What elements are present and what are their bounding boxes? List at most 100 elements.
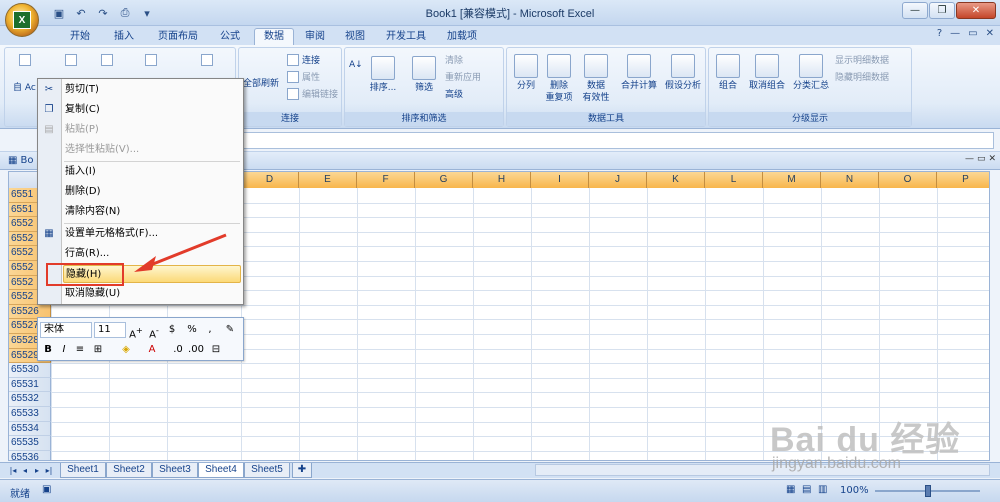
font-size-select[interactable]: 11 [94,322,126,338]
group-button[interactable]: 组合 [713,54,743,92]
normal-view-icon[interactable]: ▦ [786,484,795,495]
prev-sheet-icon[interactable]: ◂ [20,465,30,476]
data-validation-button[interactable]: 数据 有效性 [579,54,613,104]
column-header-k[interactable]: K [647,172,705,188]
increase-decimal-icon[interactable]: .0 [170,342,186,358]
row-header[interactable]: 65534 [9,421,51,437]
column-header-j[interactable]: J [589,172,647,188]
tab-insert[interactable]: 插入 [106,29,142,46]
column-header-n[interactable]: N [821,172,879,188]
tab-home[interactable]: 开始 [60,29,100,46]
borders-icon[interactable]: ⊞ [90,342,106,358]
ribbon-restore-icon[interactable]: ▭ [968,28,977,39]
minimize-button[interactable]: — [902,2,928,19]
menu-item-paste-special[interactable]: 选择性粘贴(V)... [63,141,241,159]
column-header-h[interactable]: H [473,172,531,188]
bold-icon[interactable]: B [40,342,56,358]
sort-az-icon[interactable]: A↓ [349,60,363,70]
from-access-button[interactable]: 自 Ac [13,82,36,94]
tab-data[interactable]: 数据 [254,28,294,46]
percent-icon[interactable]: % [184,322,200,338]
remove-duplicates-button[interactable]: 删除 重复项 [543,54,575,104]
close-button[interactable]: ✕ [956,2,996,19]
row-header[interactable]: 65531 [9,377,51,393]
grow-font-icon[interactable]: A+ [128,322,144,340]
sheet-tab-5[interactable]: Sheet5 [244,463,290,478]
font-color-icon[interactable]: A [144,342,160,358]
menu-item-paste[interactable]: 粘贴(P) [63,121,241,139]
save-icon[interactable]: ▣ [50,5,68,21]
ungroup-button[interactable]: 取消组合 [745,54,789,92]
properties-button[interactable]: 属性 [287,70,320,83]
filter-button[interactable]: 筛选 [409,56,439,94]
align-center-icon[interactable]: ≡ [72,342,88,358]
row-header[interactable]: 65532 [9,392,51,407]
refresh-all-button[interactable]: 全部刷新 [239,78,283,90]
last-sheet-icon[interactable]: ▸| [44,465,54,476]
column-header-o[interactable]: O [879,172,937,188]
reapply-button[interactable]: 重新应用 [445,70,481,83]
sheet-tab-4[interactable]: Sheet4 [198,463,244,478]
format-painter-icon[interactable]: ✎ [222,322,238,338]
shrink-font-icon[interactable]: A- [146,322,162,340]
row-header[interactable]: 65533 [9,407,51,422]
page-break-view-icon[interactable]: ▥ [818,484,827,495]
clear-button[interactable]: 清除 [445,53,463,66]
show-detail-button[interactable]: 显示明细数据 [835,53,889,66]
column-header-p[interactable]: P [937,172,989,188]
text-to-columns-button[interactable]: 分列 [511,54,541,92]
menu-item-copy[interactable]: 复制(C) [63,101,241,119]
external-icon-2[interactable] [65,54,77,66]
first-sheet-icon[interactable]: |◂ [8,465,18,476]
sheet-tab-3[interactable]: Sheet3 [152,463,198,478]
column-header-g[interactable]: G [415,172,473,188]
menu-item-clear-contents[interactable]: 清除内容(N) [63,203,241,221]
connections-button[interactable]: 连接 [287,53,320,66]
menu-item-delete[interactable]: 删除(D) [63,183,241,201]
external-icon-4[interactable] [145,54,157,66]
external-icon-5[interactable] [201,54,213,66]
tab-view[interactable]: 视图 [338,29,372,46]
help-icon[interactable]: ? [937,28,942,39]
column-header-d[interactable]: D [241,172,299,188]
tab-review[interactable]: 审阅 [298,29,332,46]
restore-button[interactable]: ❐ [929,2,955,19]
hide-detail-button[interactable]: 隐藏明细数据 [835,70,889,83]
print-preview-icon[interactable]: ⎙ [116,5,134,21]
column-header-m[interactable]: M [763,172,821,188]
column-header-l[interactable]: L [705,172,763,188]
tab-developer[interactable]: 开发工具 [380,29,432,46]
zoom-knob[interactable] [925,485,931,497]
sheet-tab-1[interactable]: Sheet1 [60,463,106,478]
row-header[interactable]: 65530 [9,363,51,378]
fill-color-icon[interactable]: ◈ [118,342,134,358]
sort-button[interactable]: 排序... [367,56,399,94]
insert-sheet-icon[interactable]: ✚ [292,463,312,478]
whatif-button[interactable]: 假设分析 [661,54,705,92]
sheet-tab-2[interactable]: Sheet2 [106,463,152,478]
subtotal-button[interactable]: 分类汇总 [789,54,833,92]
menu-item-cut[interactable]: 剪切(T) [63,81,241,99]
column-header-e[interactable]: E [299,172,357,188]
ribbon-close-icon[interactable]: ✕ [986,28,994,39]
wb-minimize-icon[interactable]: — [965,154,974,164]
macro-record-icon[interactable]: ▣ [42,484,51,495]
menu-item-insert[interactable]: 插入(I) [63,163,241,181]
font-name-select[interactable]: 宋体 [40,322,92,338]
consolidate-button[interactable]: 合并计算 [617,54,661,92]
decrease-decimal-icon[interactable]: .00 [188,342,204,358]
comma-icon[interactable]: , [202,322,218,338]
office-button[interactable]: X [5,3,39,37]
wb-close-icon[interactable]: ✕ [988,154,996,164]
row-header[interactable]: 65536 [9,450,51,460]
page-layout-view-icon[interactable]: ▤ [802,484,811,495]
menu-item-unhide[interactable]: 取消隐藏(U) [63,285,241,303]
horizontal-scrollbar[interactable] [535,464,990,476]
column-header-f[interactable]: F [357,172,415,188]
edit-links-button[interactable]: 编辑链接 [287,87,338,100]
ribbon-minimize-icon[interactable]: — [950,28,960,39]
wb-restore-icon[interactable]: ▭ [977,154,986,164]
tab-addins[interactable]: 加载项 [440,29,484,46]
redo-icon[interactable]: ↷ [94,5,112,21]
external-icon-1[interactable] [19,54,31,66]
